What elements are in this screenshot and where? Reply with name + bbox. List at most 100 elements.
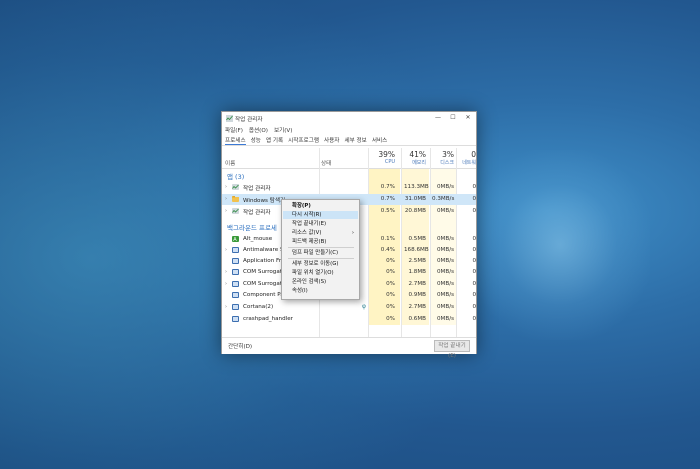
menu-item-end-task[interactable]: 작업 끝내기(E) <box>283 220 358 228</box>
memory-value: 113.3MB <box>404 184 429 190</box>
end-task-button[interactable]: 작업 끝내기(E) <box>434 340 470 359</box>
cpu-percent[interactable]: 39% <box>373 150 395 159</box>
process-name: Application Fra <box>243 258 285 264</box>
network-value: 0 <box>472 236 476 242</box>
cpu-label[interactable]: CPU <box>373 159 395 165</box>
process-icon <box>232 269 239 275</box>
expand-arrow-icon[interactable]: › <box>225 247 227 253</box>
cpu-value: 0.4% <box>380 247 395 253</box>
memory-value: 0.9MB <box>408 292 426 298</box>
tab-details[interactable]: 세부 정보 <box>344 136 366 145</box>
memory-percent[interactable]: 41% <box>404 150 426 159</box>
column-status[interactable]: 상태 <box>321 159 331 167</box>
app-icon: A <box>232 236 239 242</box>
tab-services[interactable]: 서비스 <box>372 136 387 145</box>
header-divider <box>222 168 476 169</box>
cpu-value: 0% <box>386 258 395 264</box>
process-name: Antimalware Se <box>243 247 285 253</box>
menu-item-resource-values[interactable]: 리소스 값(V) › <box>283 229 358 237</box>
menu-separator <box>288 247 354 248</box>
tab-startup[interactable]: 시작프로그램 <box>288 136 319 145</box>
memory-label[interactable]: 메모리 <box>404 159 426 166</box>
memory-value: 2.5MB <box>408 258 426 264</box>
menu-item-expand[interactable]: 확장(P) <box>283 202 358 210</box>
menu-item-feedback[interactable]: 피드백 제공(B) <box>283 238 358 246</box>
close-icon[interactable]: ✕ <box>464 114 472 122</box>
menu-item-create-dump[interactable]: 덤프 파일 만들기(C) <box>283 249 358 257</box>
title-bar[interactable]: 작업 관리자 — ☐ ✕ <box>222 112 476 125</box>
disk-value: 0.3MB/s <box>432 196 455 202</box>
context-menu: 확장(P) 다시 시작(R) 작업 끝내기(E) 리소스 값(V) › 피드백 … <box>281 199 360 300</box>
memory-value: 2.7MB <box>408 281 426 287</box>
network-label[interactable]: 네트워 <box>454 159 476 166</box>
process-icon <box>232 281 239 287</box>
network-value: 0 <box>472 281 476 287</box>
network-value: 0 <box>472 247 476 253</box>
menu-item-restart[interactable]: 다시 시작(R) <box>283 211 358 219</box>
expand-arrow-icon[interactable]: › <box>225 196 227 202</box>
memory-value: 168.6MB <box>404 247 429 253</box>
submenu-arrow-icon: › <box>351 230 354 236</box>
column-name[interactable]: 이름 <box>225 159 235 167</box>
expand-arrow-icon[interactable]: › <box>225 304 227 310</box>
process-name: COM Surrogate <box>243 269 285 275</box>
memory-value: 0.6MB <box>408 316 426 322</box>
network-value: 0 <box>472 269 476 275</box>
disk-label[interactable]: 디스크 <box>432 159 454 166</box>
minimize-icon[interactable]: — <box>434 114 442 122</box>
process-name: 작업 관리자 <box>243 210 271 216</box>
menu-view[interactable]: 보기(V) <box>274 126 292 134</box>
menu-bar: 파일(F) 옵션(O) 보기(V) <box>225 126 292 134</box>
network-value: 0 <box>472 304 476 310</box>
expand-arrow-icon[interactable]: › <box>225 281 227 287</box>
memory-value: 20.8MB <box>404 208 426 214</box>
process-icon <box>232 258 239 264</box>
process-name: Component Pa <box>243 292 284 298</box>
process-name: 작업 관리자 <box>243 186 271 192</box>
menu-file[interactable]: 파일(F) <box>225 126 243 134</box>
process-icon <box>232 316 239 322</box>
process-icon <box>232 292 239 298</box>
svg-text:A: A <box>233 237 237 242</box>
disk-value: 0MB/s <box>436 236 454 242</box>
group-apps[interactable]: 앱 (3) <box>227 171 244 181</box>
expand-arrow-icon[interactable]: › <box>225 269 227 275</box>
menu-item-properties[interactable]: 속성(I) <box>283 287 358 295</box>
disk-percent[interactable]: 3% <box>432 150 454 159</box>
cpu-value: 0.7% <box>380 196 395 202</box>
disk-value: 0MB/s <box>436 258 454 264</box>
process-name: crashpad_handler <box>243 316 293 322</box>
fewer-details-link[interactable]: 간단히(D) <box>228 342 252 350</box>
maximize-icon[interactable]: ☐ <box>449 114 457 122</box>
menu-item-label: 리소스 값(V) <box>292 230 322 236</box>
menu-item-search-online[interactable]: 온라인 검색(S) <box>283 278 358 286</box>
memory-value: 2.7MB <box>408 304 426 310</box>
cpu-value: 0% <box>386 281 395 287</box>
menu-separator <box>288 258 354 259</box>
disk-value: 0MB/s <box>436 184 454 190</box>
tab-bar: 프로세스 성능 앱 기록 시작프로그램 사용자 세부 정보 서비스 <box>225 136 387 145</box>
process-icon <box>232 304 239 310</box>
network-percent[interactable]: 0 <box>454 150 476 159</box>
tab-performance[interactable]: 성능 <box>251 136 261 145</box>
table-row[interactable]: › 작업 관리자 0.7% 113.3MB 0MB/s 0 <box>222 182 476 193</box>
table-row[interactable]: › Cortana(2) φ 0% 2.7MB 0MB/s 0 <box>222 302 476 313</box>
tab-processes[interactable]: 프로세스 <box>225 136 246 145</box>
menu-options[interactable]: 옵션(O) <box>249 126 268 134</box>
memory-value: 0.5MB <box>408 236 426 242</box>
menu-item-go-to-details[interactable]: 세부 정보로 이동(G) <box>283 260 358 268</box>
tab-divider <box>222 145 476 146</box>
tab-app-history[interactable]: 앱 기록 <box>266 136 283 145</box>
desktop-light-glow <box>470 150 650 340</box>
expand-arrow-icon[interactable]: › <box>225 208 227 214</box>
tab-users[interactable]: 사용자 <box>324 136 339 145</box>
disk-value: 0MB/s <box>436 304 454 310</box>
task-manager-icon <box>226 115 233 122</box>
group-background[interactable]: 백그라운드 프로세 <box>227 222 277 232</box>
table-row[interactable]: crashpad_handler 0% 0.6MB 0MB/s 0 <box>222 314 476 325</box>
network-value: 0 <box>472 292 476 298</box>
expand-arrow-icon[interactable]: › <box>225 184 227 190</box>
cpu-value: 0.5% <box>380 208 395 214</box>
process-name: Alt_mouse <box>243 236 273 242</box>
menu-item-open-file-location[interactable]: 파일 위치 열기(O) <box>283 269 358 277</box>
